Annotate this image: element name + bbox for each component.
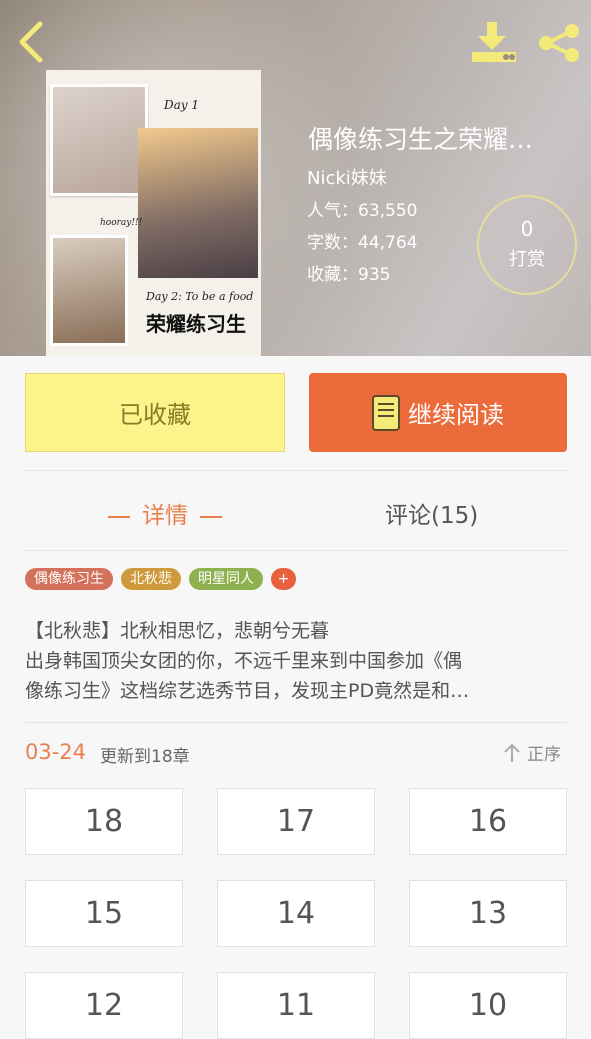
favorited-button[interactable]: 已收藏 xyxy=(25,373,285,452)
book-description[interactable]: 【北秋悲】北秋相思忆，悲朝兮无暮 出身韩国顶尖女团的你，不远千里来到中国参加《偶… xyxy=(25,616,565,706)
favorites-value: 935 xyxy=(358,265,391,285)
chapter-button[interactable]: 16 xyxy=(409,788,567,855)
cover-scribble: hooray!!! xyxy=(100,218,143,228)
tag-list: 偶像练习生 北秋悲 明星同人 + xyxy=(25,568,296,590)
continue-reading-button[interactable]: 继续阅读 xyxy=(309,373,567,452)
popularity-value: 63,550 xyxy=(358,201,418,221)
chapter-button[interactable]: 12 xyxy=(25,972,183,1039)
chevron-left-icon xyxy=(19,21,43,63)
cover-photo xyxy=(50,84,148,196)
tip-count: 0 xyxy=(520,217,534,241)
back-button[interactable] xyxy=(16,20,46,64)
divider xyxy=(25,550,567,551)
description-line: 出身韩国顶尖女团的你，不远千里来到中国参加《偶 xyxy=(25,650,463,672)
chapter-button[interactable]: 10 xyxy=(409,972,567,1039)
book-cover: Day 1 hooray!!! Day 2: To be a food 荣耀练习… xyxy=(46,70,261,356)
favorites-stat: 收藏：935 xyxy=(307,260,390,285)
cover-title: 荣耀练习生 xyxy=(146,312,246,336)
arrow-up-icon xyxy=(504,743,520,762)
cover-photo xyxy=(138,128,258,278)
popularity-stat: 人气：63,550 xyxy=(307,196,417,221)
divider xyxy=(25,722,567,723)
description-line: 【北秋悲】北秋相思忆，悲朝兮无暮 xyxy=(25,620,330,642)
cover-photo xyxy=(50,235,128,346)
chapter-button[interactable]: 13 xyxy=(409,880,567,947)
tag-chip[interactable]: 北秋悲 xyxy=(121,568,181,590)
tag-chip[interactable]: 明星同人 xyxy=(189,568,263,590)
tag-chip[interactable]: 偶像练习生 xyxy=(25,568,113,590)
book-title: 偶像练习生之荣耀… xyxy=(308,125,534,154)
cover-scribble: Day 1 xyxy=(164,98,200,112)
chapter-button[interactable]: 17 xyxy=(217,788,375,855)
chapter-button[interactable]: 11 xyxy=(217,972,375,1039)
tab-indicator xyxy=(200,515,222,518)
word-count-label: 字数： xyxy=(307,233,358,253)
download-icon xyxy=(472,22,516,62)
add-tag-button[interactable]: + xyxy=(271,568,296,590)
word-count-value: 44,764 xyxy=(358,233,418,253)
sort-order-button[interactable]: 正序 xyxy=(503,740,561,765)
divider xyxy=(25,470,567,471)
tab-indicator xyxy=(108,515,130,518)
update-date: 03-24 xyxy=(25,740,87,764)
tab-detail-label: 详情 xyxy=(142,503,188,529)
tab-comments[interactable]: 评论(15) xyxy=(385,496,478,530)
update-status: 更新到18章 xyxy=(100,747,190,767)
chapter-button[interactable]: 14 xyxy=(217,880,375,947)
chapter-button[interactable]: 18 xyxy=(25,788,183,855)
cover-scribble: Day 2: To be a food xyxy=(146,290,254,303)
book-header: Day 1 hooray!!! Day 2: To be a food 荣耀练习… xyxy=(0,0,591,356)
chapter-button[interactable]: 15 xyxy=(25,880,183,947)
book-icon xyxy=(372,394,400,431)
download-button[interactable] xyxy=(470,20,518,64)
share-button[interactable] xyxy=(536,22,582,64)
favorites-label: 收藏： xyxy=(307,265,358,285)
author-link[interactable]: Nicki妹妹 xyxy=(307,164,387,190)
word-count-stat: 字数：44,764 xyxy=(307,228,417,253)
tip-label: 打赏 xyxy=(509,249,545,270)
share-icon xyxy=(539,24,579,62)
continue-reading-label: 继续阅读 xyxy=(408,401,504,429)
sort-order-label: 正序 xyxy=(527,745,561,765)
tab-detail[interactable]: 详情 xyxy=(96,496,234,530)
popularity-label: 人气： xyxy=(307,201,358,221)
description-line: 像练习生》这档综艺选秀节目，发现主PD竟然是和… xyxy=(25,680,470,702)
tip-button[interactable]: 0 打赏 xyxy=(477,195,577,295)
